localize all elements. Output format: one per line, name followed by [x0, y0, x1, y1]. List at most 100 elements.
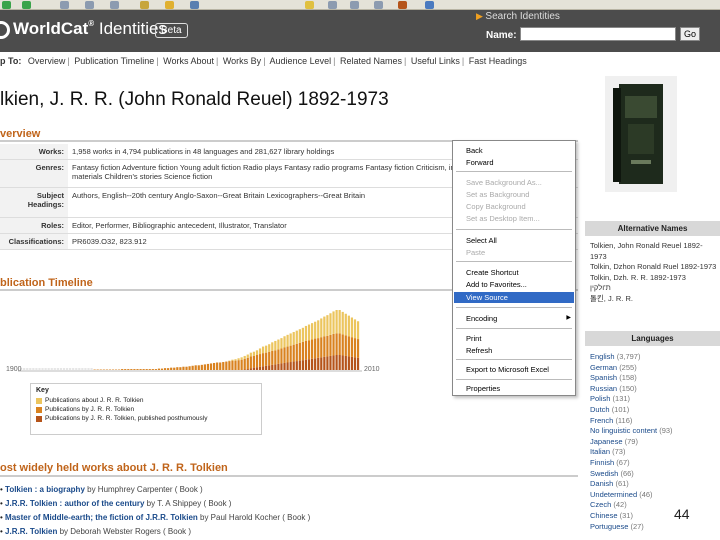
- timeline-bar-segment[interactable]: [320, 318, 323, 338]
- timeline-bar-segment[interactable]: [194, 365, 197, 370]
- nav-works-about[interactable]: Works About: [163, 56, 214, 66]
- book-cover-image[interactable]: [605, 76, 677, 192]
- timeline-bar-segment[interactable]: [185, 366, 188, 370]
- timeline-bar-segment[interactable]: [332, 355, 335, 370]
- menu-item-copy-background[interactable]: Copy Background: [454, 201, 574, 212]
- timeline-bar-segment[interactable]: [274, 340, 277, 351]
- timeline-bar-segment[interactable]: [341, 334, 344, 356]
- timeline-bar-segment[interactable]: [163, 368, 167, 371]
- timeline-bar-segment[interactable]: [265, 365, 268, 370]
- menu-item-save-background[interactable]: Save Background As...: [454, 177, 574, 188]
- timeline-bar-segment[interactable]: [130, 369, 133, 370]
- timeline-bar-segment[interactable]: [225, 361, 228, 370]
- refresh-icon[interactable]: [85, 1, 94, 9]
- timeline-bar-segment[interactable]: [338, 310, 341, 334]
- timeline-bar-segment[interactable]: [317, 320, 320, 339]
- timeline-bar-segment[interactable]: [151, 369, 154, 370]
- timeline-bar-segment[interactable]: [356, 339, 360, 358]
- menu-item-print[interactable]: Print: [454, 333, 574, 344]
- menu-item-properties[interactable]: Properties: [454, 383, 574, 394]
- timeline-bar-segment[interactable]: [231, 359, 234, 361]
- menu-item-view-source[interactable]: View Source: [454, 292, 574, 303]
- timeline-bar-segment[interactable]: [350, 317, 354, 338]
- timeline-bar-segment[interactable]: [292, 344, 295, 362]
- timeline-bar-segment[interactable]: [246, 354, 249, 358]
- work-title-link[interactable]: J.R.R. Tolkien: [5, 527, 57, 536]
- timeline-bar-segment[interactable]: [326, 335, 329, 357]
- timeline-bar-segment[interactable]: [335, 355, 338, 370]
- timeline-bar-segment[interactable]: [326, 315, 329, 336]
- timeline-bar-segment[interactable]: [304, 340, 308, 360]
- timeline-bar-segment[interactable]: [268, 351, 271, 366]
- timeline-bar-segment[interactable]: [212, 362, 216, 370]
- nav-related-names[interactable]: Related Names: [340, 56, 402, 66]
- timeline-bar-segment[interactable]: [243, 355, 246, 359]
- timeline-bar-segment[interactable]: [268, 365, 271, 370]
- timeline-bar-segment[interactable]: [277, 349, 280, 364]
- timeline-bar-segment[interactable]: [338, 355, 341, 370]
- timeline-bar-segment[interactable]: [206, 363, 210, 370]
- timeline-bar-segment[interactable]: [274, 350, 277, 365]
- timeline-bar-segment[interactable]: [314, 338, 317, 359]
- work-title-link[interactable]: J.R.R. Tolkien : author of the century: [5, 499, 144, 508]
- language-link[interactable]: German: [590, 363, 617, 372]
- timeline-bar-segment[interactable]: [317, 357, 320, 370]
- timeline-bar-segment[interactable]: [347, 315, 350, 337]
- language-link[interactable]: Swedish: [590, 469, 618, 478]
- timeline-bar-segment[interactable]: [258, 366, 262, 370]
- timeline-bar-segment[interactable]: [191, 365, 194, 370]
- language-link[interactable]: French: [590, 416, 613, 425]
- timeline-bar-segment[interactable]: [271, 364, 274, 370]
- timeline-bar-segment[interactable]: [261, 366, 265, 370]
- timeline-bar-segment[interactable]: [332, 333, 335, 356]
- language-link[interactable]: Italian: [590, 447, 610, 456]
- timeline-bar-segment[interactable]: [292, 332, 295, 345]
- timeline-bar-segment[interactable]: [265, 345, 268, 353]
- timeline-bar-segment[interactable]: [344, 355, 347, 370]
- timeline-bar-segment[interactable]: [154, 369, 157, 370]
- back-icon[interactable]: [2, 1, 11, 9]
- nav-works-by[interactable]: Works By: [223, 56, 261, 66]
- messenger-icon[interactable]: [398, 1, 407, 9]
- timeline-bar-segment[interactable]: [271, 350, 274, 365]
- nav-audience-level[interactable]: Audience Level: [270, 56, 332, 66]
- timeline-bar-segment[interactable]: [283, 362, 286, 370]
- menu-item-export-excel[interactable]: Export to Microsoft Excel: [454, 364, 574, 375]
- language-link[interactable]: Finnish: [590, 458, 614, 467]
- menu-item-paste[interactable]: Paste: [454, 247, 574, 258]
- timeline-bar-segment[interactable]: [304, 325, 308, 341]
- timeline-bar-segment[interactable]: [356, 321, 360, 340]
- timeline-bar-segment[interactable]: [277, 339, 280, 350]
- timeline-bar-segment[interactable]: [124, 369, 127, 370]
- timeline-bar-segment[interactable]: [295, 343, 298, 362]
- timeline-bar-segment[interactable]: [280, 338, 283, 349]
- timeline-bar-segment[interactable]: [234, 360, 237, 371]
- language-link[interactable]: Portuguese: [590, 522, 628, 531]
- timeline-bar-segment[interactable]: [295, 361, 298, 370]
- history-icon[interactable]: [190, 1, 199, 9]
- research-icon[interactable]: [425, 1, 434, 9]
- timeline-bar-segment[interactable]: [353, 357, 357, 370]
- timeline-bar-segment[interactable]: [323, 356, 326, 371]
- timeline-bar-segment[interactable]: [252, 367, 255, 370]
- nav-publication-timeline[interactable]: Publication Timeline: [74, 56, 154, 66]
- home-icon[interactable]: [110, 1, 119, 9]
- timeline-bar-segment[interactable]: [307, 359, 311, 370]
- timeline-bar-segment[interactable]: [329, 334, 332, 356]
- timeline-bar-segment[interactable]: [289, 333, 292, 346]
- timeline-bar-segment[interactable]: [307, 340, 311, 360]
- publication-timeline-chart[interactable]: [0, 300, 400, 380]
- timeline-bar-segment[interactable]: [283, 347, 286, 363]
- alt-name[interactable]: 톨킨, J. R. R.: [590, 294, 718, 305]
- work-title-link[interactable]: Tolkien : a biography: [5, 485, 85, 494]
- timeline-bar-segment[interactable]: [356, 357, 360, 370]
- timeline-bar-segment[interactable]: [344, 335, 347, 356]
- timeline-bar-segment[interactable]: [222, 362, 225, 370]
- nav-overview[interactable]: Overview: [28, 56, 66, 66]
- timeline-bar-segment[interactable]: [353, 319, 357, 339]
- timeline-bar-segment[interactable]: [197, 365, 200, 370]
- timeline-bar-segment[interactable]: [268, 344, 271, 352]
- name-search-input[interactable]: [520, 27, 676, 41]
- menu-item-back[interactable]: Back: [454, 145, 574, 156]
- timeline-bar-segment[interactable]: [188, 366, 191, 370]
